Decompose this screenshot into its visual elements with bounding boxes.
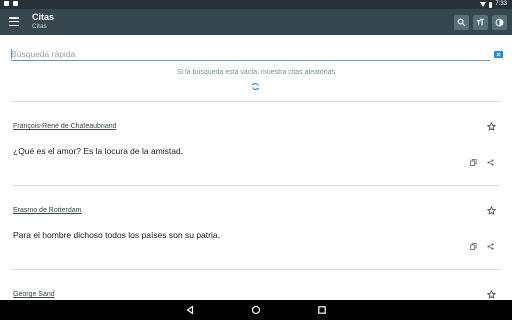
recent-apps-icon[interactable]	[317, 305, 327, 315]
home-icon[interactable]	[251, 305, 261, 315]
contrast-button[interactable]	[492, 15, 507, 30]
notification-icon	[13, 1, 18, 6]
quote-text: Para el hombre dichoso todos los países …	[13, 230, 220, 240]
clear-search-button[interactable]	[494, 51, 503, 58]
star-icon[interactable]	[487, 122, 496, 131]
star-icon[interactable]	[487, 206, 496, 215]
close-icon	[496, 52, 501, 57]
contrast-icon	[495, 18, 504, 27]
status-icons: 7:33	[480, 0, 507, 9]
text-size-icon	[476, 18, 485, 26]
app-subtitle: Citas	[32, 23, 47, 30]
status-bar: 7:33	[0, 0, 512, 9]
wifi-icon	[480, 2, 487, 7]
search-icon	[457, 18, 466, 27]
text-cursor	[11, 49, 12, 59]
search-hint: Si la búsqueda está vacía, muestra citas…	[177, 69, 335, 76]
copy-icon[interactable]	[470, 159, 477, 166]
notification-icons	[4, 1, 18, 6]
quote-text: ¿Qué es el amor? Es la locura de la amis…	[13, 146, 184, 156]
copy-icon[interactable]	[470, 243, 477, 250]
divider	[11, 269, 501, 270]
text-size-button[interactable]	[473, 15, 488, 30]
divider	[11, 185, 501, 186]
notification-icon	[4, 1, 9, 6]
search-input[interactable]	[11, 48, 490, 61]
status-time: 7:33	[495, 1, 507, 7]
star-icon[interactable]	[487, 290, 496, 299]
app-toolbar: Citas Citas	[0, 9, 512, 35]
quote-author[interactable]: François-René de Chateaubriand	[13, 123, 117, 130]
refresh-icon[interactable]	[251, 82, 260, 91]
divider	[11, 101, 501, 102]
back-icon[interactable]	[185, 305, 195, 315]
quote-author[interactable]: Erasmo de Rotterdam	[13, 207, 81, 214]
share-icon[interactable]	[487, 159, 494, 166]
battery-icon	[489, 1, 493, 8]
menu-icon[interactable]	[9, 17, 19, 26]
search-button[interactable]	[454, 15, 469, 30]
system-nav-bar	[0, 300, 512, 320]
app-title: Citas	[32, 12, 55, 22]
app-screen: 7:33 Citas Citas Búsqueda rápida Si la b…	[0, 0, 512, 320]
quote-author[interactable]: George Sand	[13, 291, 55, 298]
share-icon[interactable]	[487, 243, 494, 250]
